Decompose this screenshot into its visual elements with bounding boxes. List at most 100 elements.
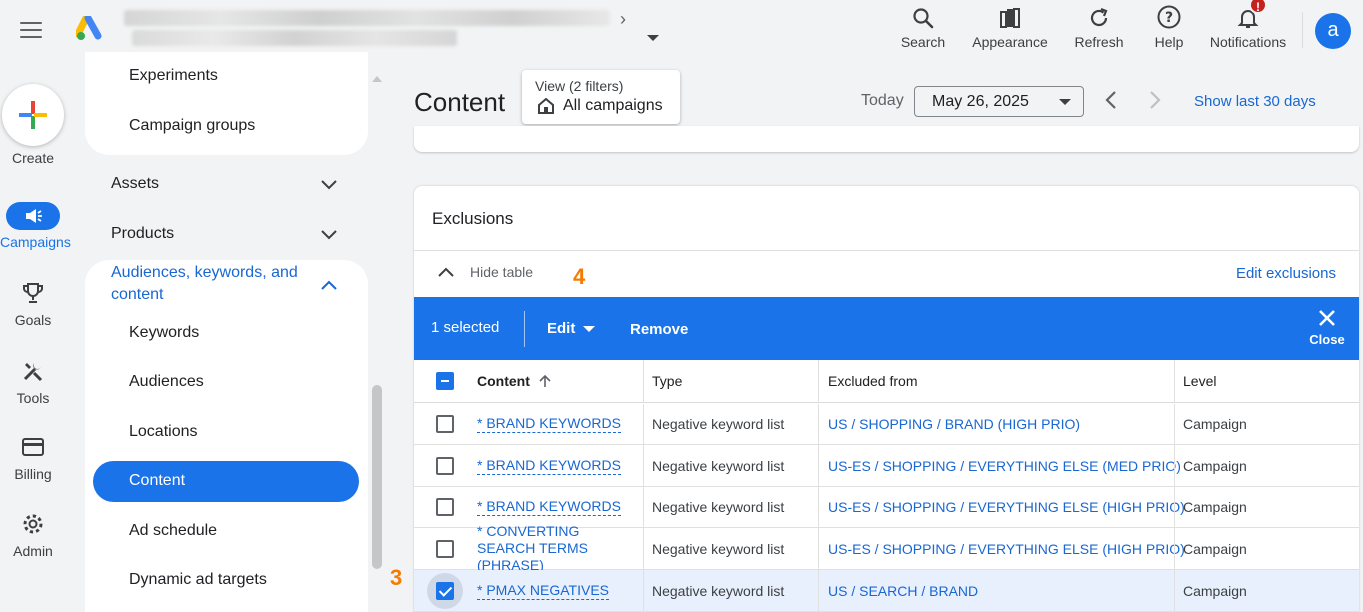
nav-item-audiences[interactable]: Audiences: [129, 373, 204, 391]
chevron-down-icon[interactable]: [319, 178, 339, 192]
view-filter-chip[interactable]: View (2 filters) All campaigns: [522, 70, 680, 124]
appearance-icon: [1000, 8, 1020, 28]
summary-card: [414, 126, 1359, 152]
rail-item-tools[interactable]: Tools: [0, 356, 66, 406]
column-separator: [643, 528, 644, 569]
appearance-button[interactable]: Appearance: [968, 0, 1052, 62]
excluded-from-link[interactable]: US / SEARCH / BRAND: [828, 570, 978, 611]
edit-menu-button[interactable]: Edit: [547, 320, 596, 337]
menu-icon[interactable]: [20, 22, 42, 38]
column-separator: [818, 445, 819, 486]
row-checkbox[interactable]: [427, 570, 463, 611]
nav-group-campaigns: [85, 52, 368, 155]
left-rail: Create Campaigns Goals Tools Billing Adm…: [0, 62, 71, 612]
column-header-excluded-from[interactable]: Excluded from: [828, 360, 917, 402]
type-cell: Negative keyword list: [652, 582, 785, 599]
nav-item-keywords[interactable]: Keywords: [129, 324, 199, 342]
google-ads-logo-icon[interactable]: [76, 16, 104, 42]
previous-period-button[interactable]: [1102, 88, 1120, 112]
row-checkbox[interactable]: [436, 528, 454, 569]
trophy-icon: [23, 283, 43, 303]
table-row-selected: * PMAX NEGATIVES Negative keyword list U…: [414, 570, 1359, 612]
excluded-from-link[interactable]: US-ES / SHOPPING / EVERYTHING ELSE (MED …: [828, 445, 1181, 486]
row-checkbox[interactable]: [436, 445, 454, 486]
exclusions-card: Exclusions Hide table 4 Edit exclusions …: [414, 186, 1359, 612]
select-all-checkbox[interactable]: [436, 360, 454, 402]
content-link[interactable]: * PMAX NEGATIVES: [477, 582, 609, 600]
chevron-down-icon[interactable]: [319, 228, 339, 242]
type-cell: Negative keyword list: [652, 457, 785, 474]
tools-icon: [23, 363, 43, 382]
plus-icon: [19, 101, 47, 129]
excluded-from-link[interactable]: US / SHOPPING / BRAND (HIGH PRIO): [828, 404, 1080, 444]
column-header-level[interactable]: Level: [1183, 360, 1216, 402]
nav-item-experiments[interactable]: Experiments: [129, 67, 218, 85]
sort-ascending-icon: [539, 374, 551, 387]
close-selection-button[interactable]: Close: [1306, 307, 1348, 347]
content-link[interactable]: * CONVERTING SEARCH TERMS (PHRASE): [477, 523, 637, 575]
level-cell: Campaign: [1183, 499, 1247, 515]
rail-item-campaigns[interactable]: Campaigns: [0, 202, 71, 250]
hide-table-toggle[interactable]: Hide table: [436, 264, 533, 280]
rail-item-billing[interactable]: Billing: [0, 432, 66, 482]
scroll-up-arrow[interactable]: [372, 76, 382, 82]
annotation-step-3: 3: [390, 565, 403, 590]
credit-card-icon: [22, 438, 44, 456]
help-label: Help: [1154, 34, 1184, 50]
excluded-from-link[interactable]: US-ES / SHOPPING / EVERYTHING ELSE (HIGH…: [828, 487, 1185, 527]
nav-item-locations[interactable]: Locations: [129, 423, 198, 441]
nav-item-content-label: Content: [129, 472, 186, 489]
gear-icon: [23, 514, 43, 534]
content-link[interactable]: * BRAND KEYWORDS: [477, 498, 621, 516]
search-icon: [913, 8, 934, 29]
notifications-button[interactable]: ! Notifications: [1202, 0, 1294, 62]
nav-section-products[interactable]: Products: [111, 225, 174, 243]
megaphone-icon: [26, 209, 42, 223]
next-period-button[interactable]: [1146, 88, 1164, 112]
selected-count: 1 selected: [431, 319, 500, 336]
column-content-label: Content: [477, 373, 530, 389]
account-name-redacted[interactable]: [124, 10, 614, 46]
chevron-up-icon[interactable]: [319, 278, 339, 292]
nav-group-audiences: [85, 260, 368, 612]
avatar[interactable]: a: [1315, 13, 1351, 49]
appearance-label: Appearance: [972, 34, 1048, 50]
content-link[interactable]: * BRAND KEYWORDS: [477, 415, 621, 433]
notification-badge: !: [1249, 0, 1267, 14]
column-header-type[interactable]: Type: [652, 360, 682, 402]
rail-item-goals[interactable]: Goals: [0, 278, 66, 328]
column-separator: [818, 487, 819, 527]
help-button[interactable]: ? Help: [1148, 0, 1190, 62]
content-cell: * CONVERTING SEARCH TERMS (PHRASE): [477, 523, 637, 575]
row-checkbox[interactable]: [436, 487, 454, 527]
create-button[interactable]: [2, 84, 64, 146]
remove-button[interactable]: Remove: [630, 321, 688, 338]
refresh-button[interactable]: Refresh: [1070, 0, 1128, 62]
nav-item-ad-schedule[interactable]: Ad schedule: [129, 522, 217, 540]
annotation-step-4: 4: [573, 264, 586, 289]
content-link[interactable]: * BRAND KEYWORDS: [477, 457, 621, 475]
level-cell: Campaign: [1183, 416, 1247, 432]
date-range-select[interactable]: May 26, 2025: [914, 86, 1084, 117]
row-checkbox[interactable]: [436, 404, 454, 444]
nav-item-campaign-groups[interactable]: Campaign groups: [129, 117, 255, 135]
search-button[interactable]: Search: [898, 0, 948, 62]
content-cell: * BRAND KEYWORDS: [477, 404, 621, 444]
rail-item-admin[interactable]: Admin: [0, 509, 66, 559]
table-row: * BRAND KEYWORDS Negative keyword list U…: [414, 404, 1359, 445]
nav-item-dynamic-ad-targets[interactable]: Dynamic ad targets: [129, 571, 267, 589]
nav-section-assets[interactable]: Assets: [111, 175, 159, 193]
column-separator: [818, 528, 819, 569]
help-icon: ?: [1157, 5, 1181, 29]
date-dropdown-icon: [1059, 99, 1071, 105]
show-last-30-days-link[interactable]: Show last 30 days: [1194, 93, 1316, 110]
excluded-from-link[interactable]: US-ES / SHOPPING / EVERYTHING ELSE (HIGH…: [828, 528, 1185, 569]
level-cell: Campaign: [1183, 540, 1247, 557]
nav-scrollbar-thumb[interactable]: [372, 385, 382, 569]
account-dropdown-icon[interactable]: [647, 35, 659, 41]
rail-label-admin: Admin: [13, 543, 53, 559]
column-header-content[interactable]: Content: [477, 360, 552, 402]
nav-section-audiences-keywords-content[interactable]: Audiences, keywords, and content: [111, 262, 321, 306]
divider: [414, 250, 1359, 251]
edit-exclusions-link[interactable]: Edit exclusions: [1236, 265, 1336, 282]
